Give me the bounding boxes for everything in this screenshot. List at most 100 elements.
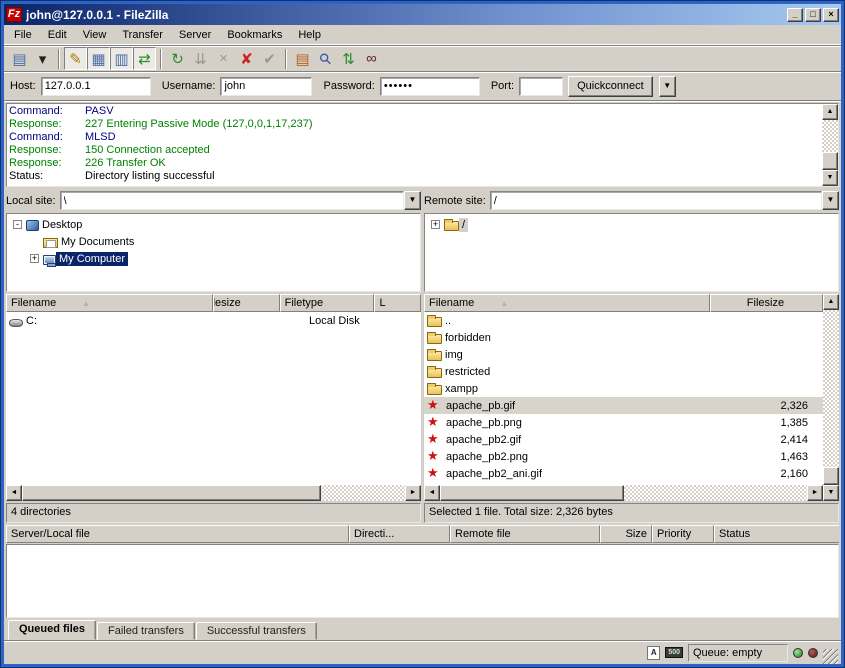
password-input[interactable] bbox=[380, 77, 480, 96]
toggle-transfer-queue-icon[interactable]: ⇄ bbox=[133, 47, 156, 70]
remote-pane: Remote site: ▼ + / bbox=[424, 190, 839, 523]
remote-vertical-scrollbar[interactable]: ▲ ▼ bbox=[823, 294, 839, 501]
menu-transfer[interactable]: Transfer bbox=[114, 27, 171, 43]
remote-horizontal-scrollbar[interactable]: ◄ ► bbox=[424, 485, 823, 501]
toolbar-button[interactable] bbox=[160, 49, 162, 69]
scroll-left-icon[interactable]: ◄ bbox=[6, 485, 22, 501]
chevron-down-icon[interactable]: ▼ bbox=[404, 191, 421, 210]
forbidden[interactable]: forbidden bbox=[424, 329, 823, 346]
tree-item[interactable]: + / bbox=[425, 216, 838, 233]
directory-filters-icon[interactable]: ▤ bbox=[291, 47, 314, 70]
local-site-label: Local site: bbox=[6, 195, 56, 207]
tab-queued-files[interactable]: Queued files bbox=[8, 620, 96, 640]
cancel-icon[interactable]: × bbox=[212, 47, 235, 70]
toggle-local-tree-icon[interactable]: ▦ bbox=[87, 47, 110, 70]
tree-expander[interactable]: - bbox=[13, 220, 22, 229]
resize-grip[interactable] bbox=[823, 649, 838, 664]
toggle-message-log-icon[interactable]: ✎ bbox=[64, 47, 87, 70]
queue-header: Server/Local fileDirecti...Remote fileSi… bbox=[6, 525, 839, 544]
window-title: john@127.0.0.1 - FileZilla bbox=[26, 8, 787, 22]
scroll-right-icon[interactable]: ► bbox=[807, 485, 823, 501]
column-header[interactable]: L▲ bbox=[374, 294, 421, 312]
transfer-type-icon[interactable]: A bbox=[647, 646, 660, 660]
apache_pb.png[interactable]: apache_pb.png 1,385 bbox=[424, 414, 823, 431]
tree-item-icon bbox=[444, 221, 459, 231]
scroll-down-icon[interactable]: ▼ bbox=[823, 485, 839, 501]
scrollbar-thumb[interactable] bbox=[823, 467, 839, 485]
column-header[interactable]: Remote file bbox=[450, 525, 600, 543]
local-site-input[interactable] bbox=[60, 191, 404, 210]
column-header[interactable]: Filename▲ bbox=[6, 294, 213, 312]
close-button[interactable]: × bbox=[823, 8, 839, 22]
menu-help[interactable]: Help bbox=[290, 27, 329, 43]
find-files-icon[interactable]: ∞ bbox=[360, 47, 383, 70]
remote-site-combo[interactable]: ▼ bbox=[490, 191, 839, 210]
status-bar: A 500 Queue: empty bbox=[4, 640, 841, 664]
tree-item[interactable]: My Documents bbox=[7, 233, 420, 250]
quickconnect-dropdown-icon[interactable]: ▼ bbox=[659, 76, 676, 97]
scroll-up-icon[interactable]: ▲ bbox=[823, 294, 839, 310]
apache_pb2.gif[interactable]: apache_pb2.gif 2,414 bbox=[424, 431, 823, 448]
speed-limit-icon[interactable]: 500 bbox=[665, 647, 683, 658]
scrollbar-thumb[interactable] bbox=[822, 152, 838, 170]
local-tree: - Desktop My Documents + My Computer bbox=[6, 213, 421, 292]
port-input[interactable] bbox=[519, 77, 563, 96]
menu-server[interactable]: Server bbox=[171, 27, 219, 43]
apache_pb2_ani.gif[interactable]: apache_pb2_ani.gif 2,160 bbox=[424, 465, 823, 482]
scrollbar-thumb[interactable] bbox=[440, 485, 624, 501]
local-horizontal-scrollbar[interactable]: ◄ ► bbox=[6, 485, 421, 501]
maximize-button[interactable]: □ bbox=[805, 8, 821, 22]
menu-file[interactable]: File bbox=[6, 27, 40, 43]
disconnect-icon[interactable]: ✘ bbox=[235, 47, 258, 70]
scroll-right-icon[interactable]: ► bbox=[405, 485, 421, 501]
refresh-icon[interactable]: ↻ bbox=[166, 47, 189, 70]
title-bar[interactable]: Fz john@127.0.0.1 - FileZilla _□× bbox=[4, 4, 841, 25]
..[interactable]: .. bbox=[424, 312, 823, 329]
reconnect-icon[interactable]: ✔ bbox=[258, 47, 281, 70]
tree-item[interactable]: + My Computer bbox=[7, 250, 420, 267]
chevron-down-icon[interactable]: ▼ bbox=[822, 191, 839, 210]
host-input[interactable] bbox=[41, 77, 151, 96]
menu-edit[interactable]: Edit bbox=[40, 27, 75, 43]
quickconnect-button[interactable]: Quickconnect bbox=[568, 76, 653, 97]
tree-expander[interactable]: + bbox=[431, 220, 440, 229]
menu-view[interactable]: View bbox=[75, 27, 115, 43]
log-vertical-scrollbar[interactable]: ▲ ▼ bbox=[822, 104, 838, 186]
local-site-combo[interactable]: ▼ bbox=[60, 191, 421, 210]
C:[interactable]: C: Local Disk bbox=[6, 312, 421, 329]
column-header[interactable]: Filesize▲ bbox=[213, 294, 280, 312]
scroll-down-icon[interactable]: ▼ bbox=[822, 170, 838, 186]
minimize-button[interactable]: _ bbox=[787, 8, 803, 22]
img[interactable]: img bbox=[424, 346, 823, 363]
scroll-left-icon[interactable]: ◄ bbox=[424, 485, 440, 501]
site-manager-dropdown-icon[interactable]: ▾ bbox=[31, 47, 54, 70]
apache_pb2.png[interactable]: apache_pb2.png 1,463 bbox=[424, 448, 823, 465]
username-input[interactable] bbox=[220, 77, 312, 96]
synchronized-browsing-icon[interactable]: ⇅ bbox=[337, 47, 360, 70]
tree-item[interactable]: - Desktop bbox=[7, 216, 420, 233]
column-header[interactable]: Size bbox=[600, 525, 652, 543]
column-header[interactable]: Filetype▲ bbox=[280, 294, 375, 312]
column-header[interactable]: Directi... bbox=[349, 525, 450, 543]
column-header[interactable]: Server/Local file bbox=[6, 525, 349, 543]
tree-expander[interactable]: + bbox=[30, 254, 39, 263]
directory-comparison-icon[interactable]: ⚲ bbox=[314, 47, 337, 70]
toolbar-button[interactable] bbox=[58, 49, 60, 69]
restricted[interactable]: restricted bbox=[424, 363, 823, 380]
tab-failed-transfers[interactable]: Failed transfers bbox=[97, 622, 195, 640]
site-manager-icon[interactable]: ▤ bbox=[8, 47, 31, 70]
toolbar-button[interactable] bbox=[285, 49, 287, 69]
tab-successful-transfers[interactable]: Successful transfers bbox=[196, 622, 317, 640]
menu-bookmarks[interactable]: Bookmarks bbox=[219, 27, 290, 43]
scroll-up-icon[interactable]: ▲ bbox=[822, 104, 838, 120]
xampp[interactable]: xampp bbox=[424, 380, 823, 397]
column-header[interactable]: Priority bbox=[652, 525, 714, 543]
remote-site-input[interactable] bbox=[490, 191, 822, 210]
column-header[interactable]: Filesize▲ bbox=[710, 294, 823, 312]
apache_pb.gif[interactable]: apache_pb.gif 2,326 bbox=[424, 397, 823, 414]
toggle-remote-tree-icon[interactable]: ▥ bbox=[110, 47, 133, 70]
column-header[interactable]: Status bbox=[714, 525, 839, 543]
process-queue-icon[interactable]: ⇊ bbox=[189, 47, 212, 70]
scrollbar-thumb[interactable] bbox=[22, 485, 321, 501]
column-header[interactable]: Filename▲ bbox=[424, 294, 710, 312]
